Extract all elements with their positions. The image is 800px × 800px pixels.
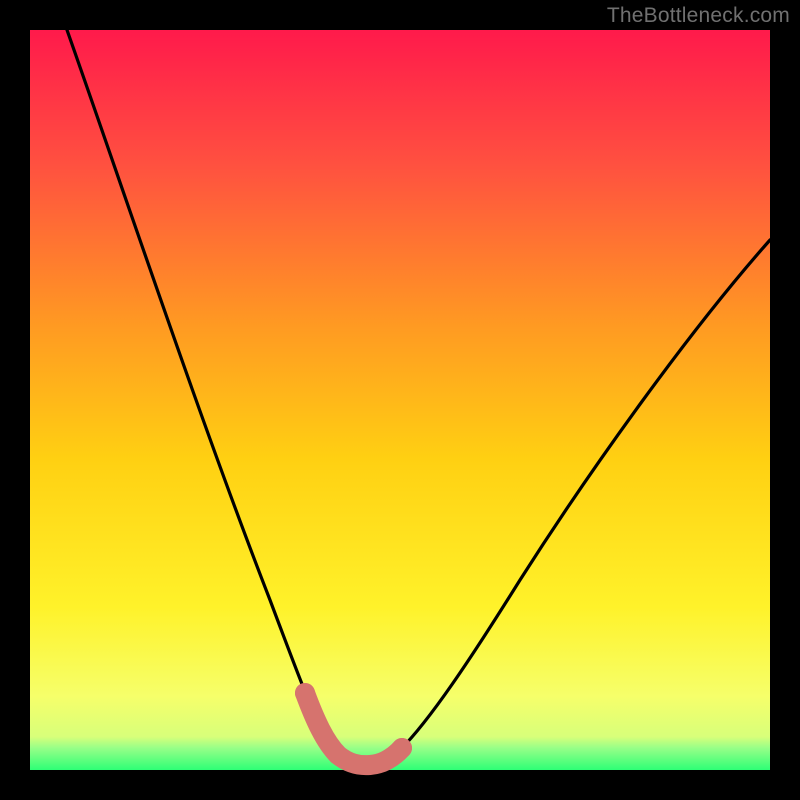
chart-container: TheBottleneck.com [0,0,800,800]
highlight-cap-left [295,683,315,703]
plot-background [30,30,770,770]
watermark-text: TheBottleneck.com [607,4,790,28]
highlight-cap-right [392,738,412,758]
chart-svg [0,0,800,800]
